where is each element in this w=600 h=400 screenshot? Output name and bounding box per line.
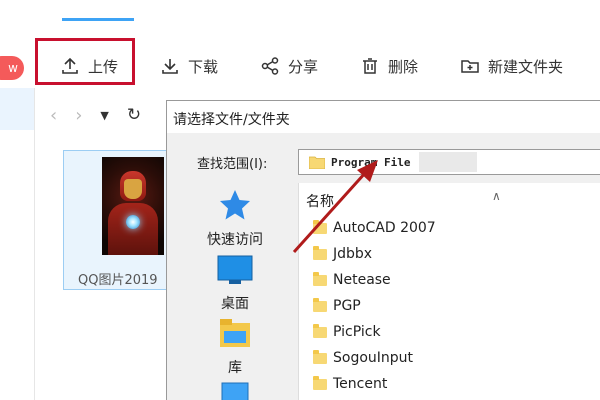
sort-ascending-icon: ∧ (492, 189, 501, 203)
folder-name: AutoCAD 2007 (333, 220, 436, 236)
download-label: 下载 (188, 57, 219, 76)
download-icon (162, 59, 178, 74)
star-icon (220, 190, 250, 220)
forward-icon[interactable]: › (75, 105, 82, 126)
look-in-value: Program File (331, 156, 411, 169)
folder-name: Netease (333, 272, 391, 288)
sidebar-item-desktop[interactable]: 桌面 (173, 255, 297, 313)
column-header-name[interactable]: 名称 ∧ (306, 189, 501, 211)
folder-icon (313, 245, 327, 260)
file-list: 名称 ∧ AutoCAD 2007 Jdbbx Netease PGP PicP… (298, 183, 600, 400)
active-tab-indicator (62, 18, 134, 21)
list-item[interactable]: Netease (313, 269, 391, 291)
folder-icon (313, 219, 327, 234)
folder-icon (313, 375, 327, 390)
image-thumbnail (102, 157, 164, 255)
history-dropdown-icon[interactable]: ▼ (100, 109, 108, 122)
upload-highlight-box (35, 38, 135, 85)
list-item[interactable]: Jdbbx (313, 243, 372, 265)
look-in-combobox[interactable]: Program File (298, 149, 600, 175)
column-name-label: 名称 (306, 194, 334, 210)
delete-button[interactable]: 删除 (360, 40, 418, 92)
file-dialog: 请选择文件/文件夹 查找范围(I): Program File 快速访问 桌面 (166, 100, 600, 400)
list-item[interactable]: Tencent (313, 373, 387, 395)
share-label: 分享 (288, 57, 319, 76)
list-item[interactable]: AutoCAD 2007 (313, 217, 436, 239)
folder-name: PicPick (333, 324, 381, 340)
sidebar-divider (34, 88, 35, 400)
list-item[interactable]: SogouInput (313, 347, 413, 369)
folder-name: SogouInput (333, 350, 414, 366)
trash-icon (363, 58, 377, 74)
back-icon[interactable]: ‹ (50, 105, 57, 126)
library-icon (220, 319, 250, 347)
computer-icon (221, 382, 249, 400)
folder-name: PGP (333, 298, 361, 314)
list-item[interactable]: PicPick (313, 321, 381, 343)
sidebar-item-library[interactable]: 库 (173, 317, 297, 377)
dialog-places-bar: 快速访问 桌面 库 (173, 183, 297, 400)
share-icon (261, 57, 279, 75)
sidebar-selected-item[interactable] (0, 88, 34, 130)
new-folder-icon (461, 60, 479, 73)
file-name: QQ图片2019 (78, 273, 158, 288)
download-button[interactable]: 下载 (160, 40, 218, 92)
file-card[interactable]: QQ图片2019 (63, 150, 175, 290)
dialog-titlebar[interactable]: 请选择文件/文件夹 (167, 101, 600, 133)
sidebar-item-label: 库 (228, 360, 242, 376)
new-folder-label: 新建文件夹 (488, 57, 564, 76)
folder-icon (309, 156, 325, 169)
share-button[interactable]: 分享 (260, 40, 318, 92)
list-item[interactable]: PGP (313, 295, 361, 317)
refresh-icon[interactable]: ↻ (127, 105, 141, 125)
sidebar-item-quick-access[interactable]: 快速访问 (173, 189, 297, 249)
sidebar-item-computer[interactable] (173, 381, 297, 400)
delete-label: 删除 (388, 57, 419, 76)
sidebar-item-label: 快速访问 (207, 232, 263, 248)
folder-icon (313, 297, 327, 312)
folder-icon (313, 349, 327, 364)
folder-icon (313, 271, 327, 286)
folder-name: Jdbbx (333, 246, 373, 262)
look-in-label: 查找范围(I): (197, 157, 268, 172)
dialog-title: 请选择文件/文件夹 (173, 112, 290, 128)
sidebar-item-label: 桌面 (221, 296, 249, 312)
desktop-icon (217, 255, 253, 284)
folder-name: Tencent (333, 376, 388, 392)
folder-icon (313, 323, 327, 338)
nav-controls: ‹ › ▼ ↻ (50, 100, 141, 130)
redacted-area (419, 152, 477, 172)
new-folder-button[interactable]: 新建文件夹 (460, 40, 563, 92)
